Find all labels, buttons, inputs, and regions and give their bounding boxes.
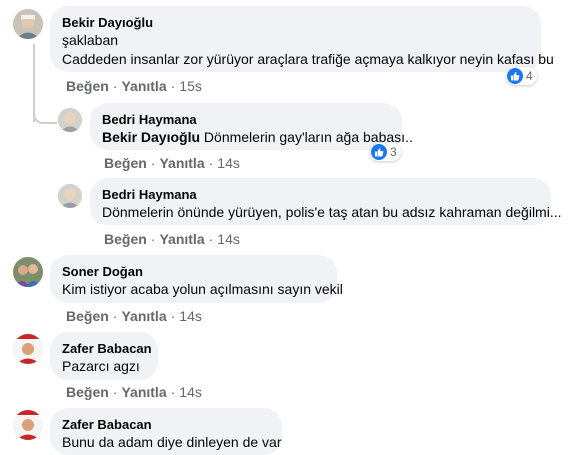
comment-author[interactable]: Bedri Haymana	[102, 186, 539, 203]
comment-text-line: Caddeden insanlar zor yürüyor araçlara t…	[62, 51, 554, 67]
avatar[interactable]	[58, 108, 82, 132]
avatar[interactable]	[13, 9, 43, 39]
like-button[interactable]: Beğen	[66, 308, 109, 324]
like-button[interactable]: Beğen	[104, 231, 147, 247]
reaction-count: 4	[526, 69, 533, 83]
mention-link[interactable]: Bekir Dayıoğlu	[102, 129, 200, 145]
timestamp[interactable]: 14s	[179, 308, 202, 324]
timestamp[interactable]: 15s	[179, 78, 202, 94]
comment-author[interactable]: Zafer Babacan	[62, 416, 270, 433]
comment-actions: Beğen · Yanıtla · 14s	[104, 155, 240, 171]
profile-photo	[58, 108, 82, 132]
comment-bubble: Zafer Babacan Bunu da adam diye dinleyen…	[50, 408, 282, 455]
like-button[interactable]: Beğen	[66, 384, 109, 400]
comment-text: Pazarcı agzı	[62, 358, 140, 374]
avatar[interactable]	[13, 257, 43, 287]
reply-button[interactable]: Yanıtla	[159, 155, 204, 171]
avatar[interactable]	[58, 184, 82, 208]
reply-thread-branch	[33, 106, 57, 124]
reply-button[interactable]: Yanıtla	[121, 308, 166, 324]
comment-actions: Beğen · Yanıtla · 14s	[66, 308, 202, 324]
timestamp[interactable]: 14s	[217, 231, 240, 247]
thumbs-up-icon	[371, 144, 387, 160]
reply-button[interactable]: Yanıtla	[121, 384, 166, 400]
profile-photo	[13, 9, 43, 39]
comment-author[interactable]: Bedri Haymana	[102, 111, 390, 128]
comment-author[interactable]: Zafer Babacan	[62, 340, 152, 357]
comment-text: Bekir Dayıoğlu Dönmelerin gay'ların ağa …	[102, 129, 413, 145]
timestamp[interactable]: 14s	[179, 384, 202, 400]
comment-bubble: Bedri Haymana Bekir Dayıoğlu Dönmelerin …	[90, 103, 413, 150]
reply-button[interactable]: Yanıtla	[159, 231, 204, 247]
comment-author[interactable]: Bekir Dayıoğlu	[62, 14, 529, 31]
comment-text: Dönmelerin önünde yürüyen, polis'e taş a…	[102, 204, 562, 220]
profile-photo	[13, 257, 43, 287]
comment-bubble: Soner Doğan Kim istiyor acaba yolun açıl…	[50, 255, 343, 303]
comment-actions: Beğen · Yanıtla · 15s	[66, 78, 202, 94]
comment-actions: Beğen · Yanıtla · 14s	[104, 231, 240, 247]
comment-bubble: Zafer Babacan Pazarcı agzı	[50, 332, 158, 380]
comment-text: Kim istiyor acaba yolun açılmasını sayın…	[62, 281, 343, 297]
comment-author[interactable]: Soner Doğan	[62, 263, 325, 280]
comment-bubble: Bekir Dayıoğlu şaklaban Caddeden insanla…	[50, 6, 554, 72]
like-button[interactable]: Beğen	[66, 78, 109, 94]
comment-text-line: şaklaban	[62, 32, 119, 48]
reaction-summary[interactable]: 4	[506, 67, 537, 85]
avatar[interactable]	[13, 334, 43, 364]
reaction-summary[interactable]: 3	[370, 143, 401, 161]
profile-photo	[58, 184, 82, 208]
profile-photo	[13, 334, 43, 364]
profile-photo	[13, 410, 43, 440]
reaction-count: 3	[390, 145, 397, 159]
reply-button[interactable]: Yanıtla	[121, 78, 166, 94]
like-button[interactable]: Beğen	[104, 155, 147, 171]
timestamp[interactable]: 14s	[217, 155, 240, 171]
comment-bubble: Bedri Haymana Dönmelerin önünde yürüyen,…	[90, 178, 562, 225]
thumbs-up-icon	[507, 68, 523, 84]
avatar[interactable]	[13, 410, 43, 440]
comment-actions: Beğen · Yanıtla · 14s	[66, 384, 202, 400]
comment-text: Bunu da adam diye dinleyen de var	[62, 434, 282, 450]
